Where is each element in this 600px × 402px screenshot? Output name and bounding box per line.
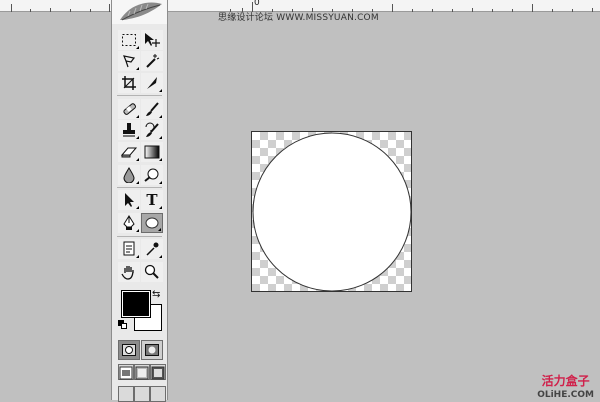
standard-mode-icon [122, 344, 136, 356]
history-brush-tool[interactable] [141, 120, 163, 140]
arrow-icon [125, 193, 134, 207]
dodge-tool[interactable] [141, 165, 163, 185]
full-screen-mode-button[interactable] [150, 364, 166, 380]
screen-mode-icon [119, 366, 133, 380]
gradient-icon [144, 145, 160, 159]
quick-mask-button[interactable] [141, 340, 163, 360]
screen-mode-icon [135, 366, 149, 380]
move-tool[interactable] [141, 30, 163, 50]
default-colors-icon[interactable] [118, 320, 127, 329]
notes-tool[interactable] [118, 239, 140, 259]
watermark-top: 思缘设计论坛 WWW.MISSYUAN.COM [218, 13, 379, 23]
type-icon: T [146, 190, 158, 209]
magic-wand-tool[interactable] [141, 51, 163, 71]
brush-icon [146, 102, 159, 116]
pen-tool[interactable] [118, 213, 140, 233]
magnifier-icon [144, 264, 159, 279]
swap-colors-icon[interactable]: ⇆ [152, 289, 160, 300]
crop-icon [122, 76, 136, 90]
ellipse-tool[interactable] [141, 213, 163, 233]
toolbox-divider [117, 95, 162, 96]
move-icon [145, 33, 160, 47]
eraser-tool[interactable] [118, 142, 140, 162]
feather-logo-icon [120, 2, 162, 21]
slice-tool[interactable] [141, 73, 163, 93]
full-screen-menu-mode-button[interactable] [134, 364, 150, 380]
eyedropper-tool[interactable] [141, 239, 163, 259]
crop-tool[interactable] [118, 73, 140, 93]
history-brush-icon [145, 122, 159, 137]
watermark-bottom: 活力盒子 OLiHE.COM [537, 372, 594, 400]
watermark-en: OLiHE.COM [537, 390, 594, 400]
magic-wand-icon [146, 54, 160, 68]
hand-tool[interactable] [118, 262, 140, 282]
lasso-tool[interactable] [118, 51, 140, 71]
zoom-tool[interactable] [141, 262, 163, 282]
eraser-icon [120, 147, 138, 158]
eyedropper-icon [146, 242, 159, 256]
ruler-origin-label: 0 [254, 0, 260, 8]
screen-mode-icon [151, 366, 165, 380]
type-tool[interactable]: T [141, 190, 163, 210]
toolbox-header[interactable] [112, 0, 167, 24]
stamp-icon [123, 123, 135, 137]
brush-tool[interactable] [141, 99, 163, 119]
healing-brush-tool[interactable] [118, 99, 140, 119]
watermark-cn: 活力盒子 [541, 374, 590, 388]
drop-icon [123, 167, 135, 183]
bandage-icon [123, 103, 136, 115]
lasso-icon [123, 55, 136, 68]
white-circle-shape [252, 132, 411, 291]
toolbox-panel: T ⇆ [111, 0, 168, 402]
notes-icon [123, 241, 135, 256]
toolbox-divider [117, 236, 162, 237]
standard-screen-mode-button[interactable] [118, 364, 134, 380]
gradient-tool[interactable] [141, 142, 163, 162]
hand-icon [121, 266, 134, 280]
marquee-tool[interactable] [118, 30, 140, 50]
path-selection-tool[interactable] [118, 190, 140, 210]
marquee-icon [122, 34, 136, 46]
standard-mode-button[interactable] [118, 340, 140, 360]
document-canvas[interactable] [251, 131, 412, 292]
blur-tool[interactable] [118, 165, 140, 185]
clone-stamp-tool[interactable] [118, 120, 140, 140]
pen-icon [123, 215, 135, 230]
quick-mask-icon [145, 344, 159, 356]
foreground-color-swatch[interactable] [121, 290, 151, 318]
slice-icon [147, 77, 157, 89]
toolbox-divider [117, 187, 162, 188]
